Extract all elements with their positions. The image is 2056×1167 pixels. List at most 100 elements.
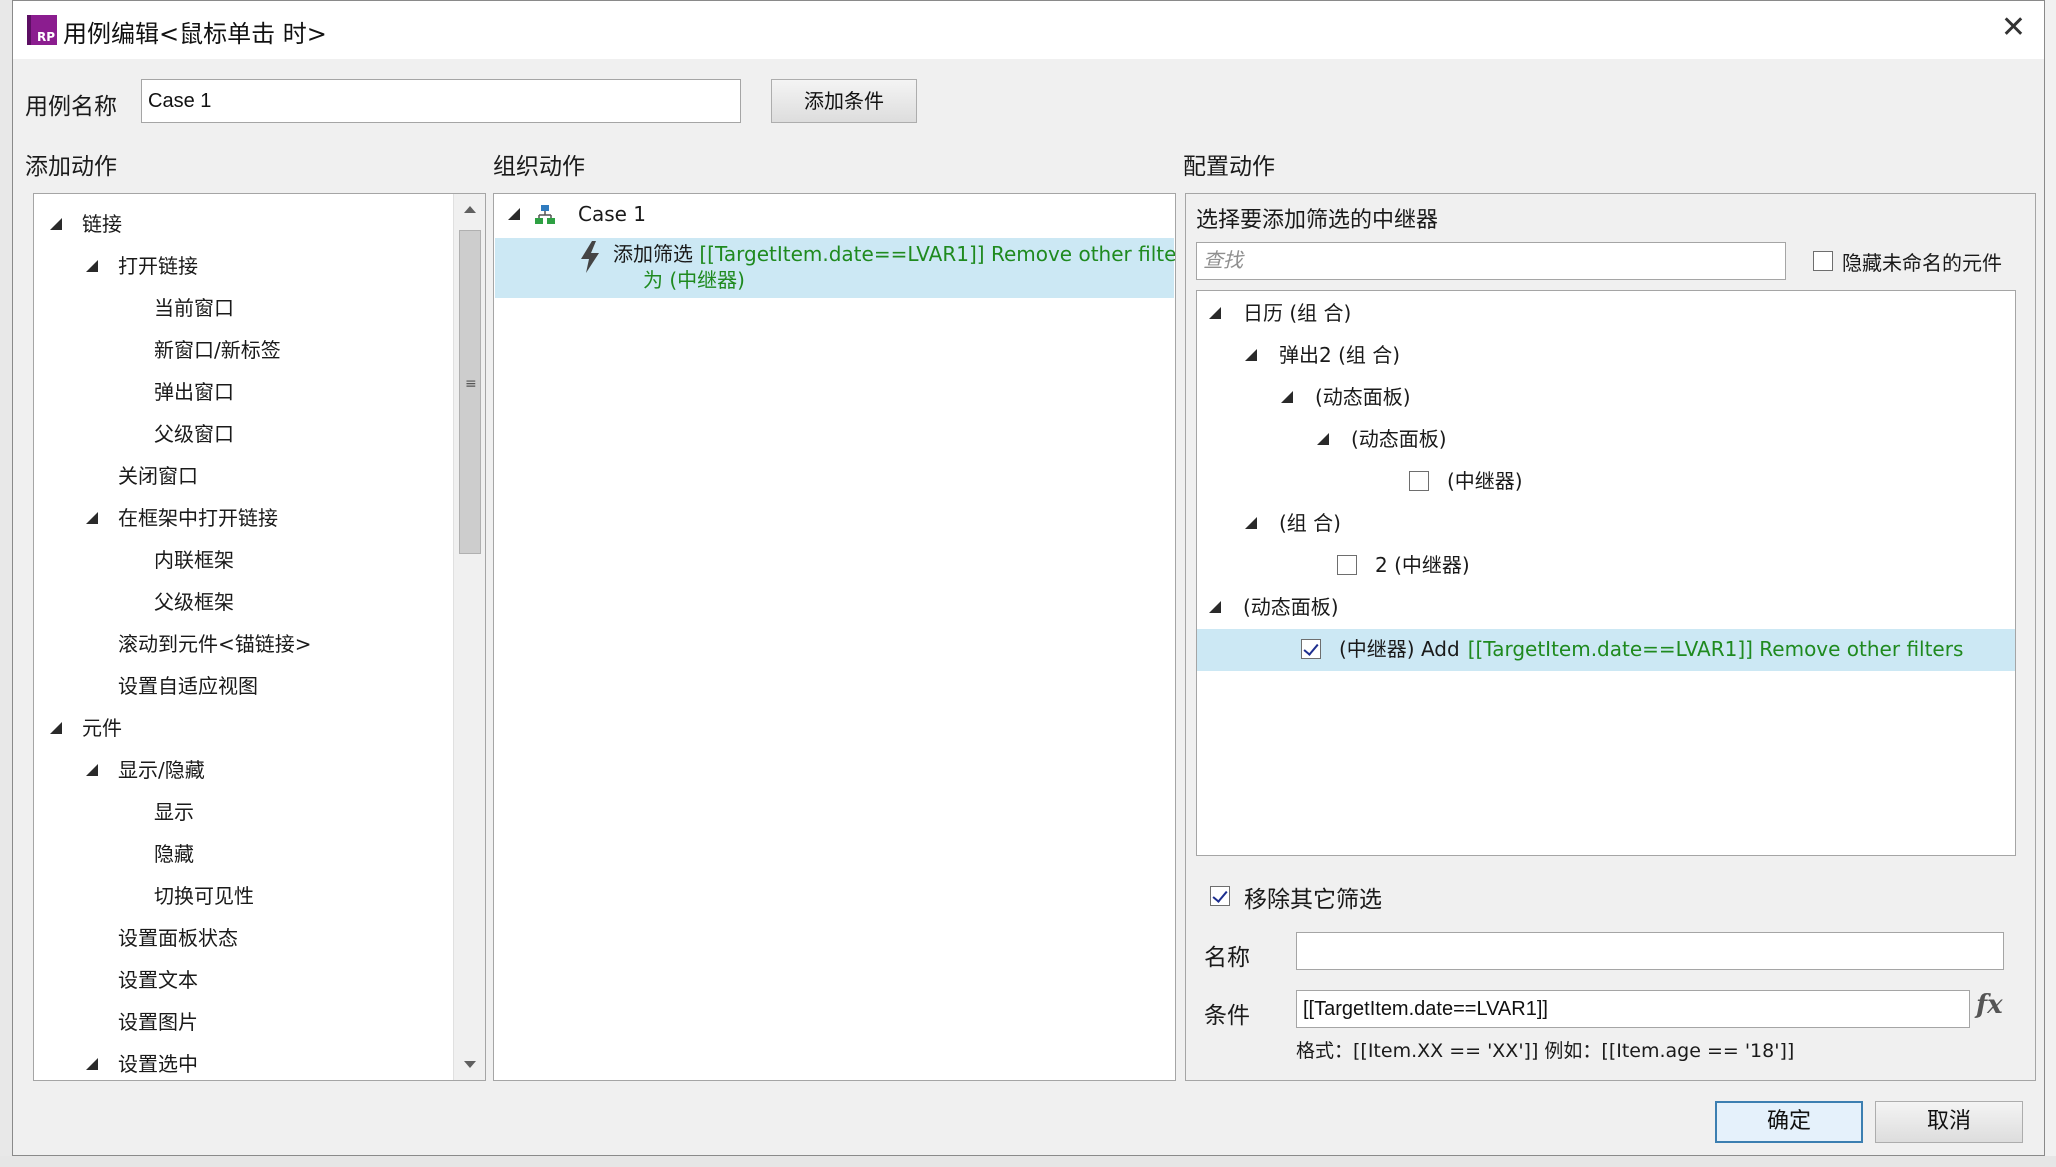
- tree-expand-triangle-icon[interactable]: [1245, 517, 1257, 529]
- repeater-tree-item[interactable]: (动态面板): [1243, 591, 1339, 623]
- add-action-tree-item[interactable]: 设置自适应视图: [118, 670, 258, 702]
- tree-expand-triangle-icon[interactable]: [86, 764, 98, 776]
- repeater-filter-detail: [[TargetItem.date==LVAR1]] Remove other …: [1467, 637, 1964, 661]
- add-action-tree-item[interactable]: 设置图片: [118, 1006, 198, 1038]
- case-label[interactable]: Case 1: [578, 198, 646, 230]
- add-action-tree-item[interactable]: 设置文本: [118, 964, 198, 996]
- repeater-tree-panel: 日历 (组 合) 弹出2 (组 合) (动态面板) (动态面板) (中继器) (组 合) 2…: [1196, 290, 2016, 856]
- action-prefix: 添加筛选: [613, 242, 693, 266]
- add-action-tree-item[interactable]: 链接: [82, 208, 122, 240]
- tree-expand-triangle-icon[interactable]: [1245, 349, 1257, 361]
- tree-expand-triangle-icon[interactable]: [50, 218, 62, 230]
- repeater-tree-item-label: 日历 (组 合): [1243, 301, 1352, 325]
- add-action-tree-item[interactable]: 关闭窗口: [118, 460, 198, 492]
- tree-expand-triangle-icon[interactable]: [86, 260, 98, 272]
- add-action-tree-item[interactable]: 元件: [82, 712, 122, 744]
- add-action-tree-item[interactable]: 在框架中打开链接: [118, 502, 278, 534]
- configure-header: 选择要添加筛选的中继器: [1196, 208, 1439, 233]
- ok-button[interactable]: 确定: [1715, 1101, 1863, 1143]
- repeater-tree-item-label: (中继器) Add: [1339, 637, 1460, 661]
- add-action-header: 添加动作: [25, 154, 117, 180]
- action-target: 为 (中继器): [643, 268, 745, 292]
- add-action-tree-item[interactable]: 弹出窗口: [154, 376, 234, 408]
- remove-other-filters-label: 移除其它筛选: [1244, 887, 1382, 913]
- close-icon[interactable]: ✕: [2001, 13, 2026, 43]
- repeater-tree-item-label: 弹出2 (组 合): [1279, 343, 1401, 367]
- repeater-checkbox[interactable]: [1337, 555, 1357, 575]
- scroll-up-arrow-icon[interactable]: [464, 206, 476, 213]
- tree-expand-triangle-icon[interactable]: [1209, 601, 1221, 613]
- add-action-tree-item[interactable]: 切换可见性: [154, 880, 254, 912]
- hide-unnamed-checkbox[interactable]: [1813, 251, 1833, 271]
- repeater-tree-item-label: (动态面板): [1351, 427, 1447, 451]
- repeater-tree-item[interactable]: 弹出2 (组 合): [1279, 339, 1400, 371]
- add-action-tree-item[interactable]: 父级框架: [154, 586, 234, 618]
- repeater-tree-item[interactable]: (中继器) Add [[TargetItem.date==LVAR1]] Remo…: [1339, 633, 1963, 665]
- add-action-tree-item[interactable]: 设置面板状态: [118, 922, 238, 954]
- repeater-tree-item[interactable]: (组 合): [1279, 507, 1341, 539]
- add-action-panel: 链接打开链接当前窗口新窗口/新标签 弹出窗口父级窗口关闭窗口在框架中打开链接内联框…: [33, 193, 486, 1081]
- tree-expand-triangle-icon[interactable]: [86, 512, 98, 524]
- add-action-scrollbar[interactable]: ≡: [453, 194, 485, 1080]
- add-action-tree-item[interactable]: 设置选中: [118, 1048, 198, 1080]
- case-name-label: 用例名称: [25, 94, 117, 120]
- scroll-down-arrow-icon[interactable]: [464, 1061, 476, 1068]
- add-action-tree-item[interactable]: 新窗口/新标签: [154, 334, 281, 366]
- selected-action-row[interactable]: 添加筛选 [[TargetItem.date==LVAR1]] Remove o…: [495, 238, 1176, 298]
- action-filter-detail: [[TargetItem.date==LVAR1]] Remove other …: [699, 242, 1176, 266]
- case-editor-dialog: RP 用例编辑<鼠标单击 时> ✕ 用例名称 添加条件 添加动作 组织动作 配置…: [12, 0, 2045, 1156]
- configure-action-header: 配置动作: [1183, 154, 1275, 180]
- case-expand-triangle-icon[interactable]: [508, 208, 520, 220]
- add-action-tree-item[interactable]: 打开链接: [118, 250, 198, 282]
- repeater-tree-item[interactable]: (中继器): [1447, 465, 1523, 497]
- repeater-tree-item-label: (动态面板): [1243, 595, 1339, 619]
- repeater-tree-item[interactable]: (动态面板): [1351, 423, 1447, 455]
- scroll-thumb[interactable]: ≡: [459, 230, 481, 554]
- condition-label: 条件: [1204, 1003, 1250, 1029]
- background-app-left: [0, 0, 12, 1167]
- search-input[interactable]: 查找: [1196, 242, 1786, 280]
- background-app-right: [2045, 0, 2056, 1167]
- repeater-tree-item-label: 2 (中继器): [1375, 553, 1470, 577]
- case-flow-icon: [534, 204, 556, 226]
- organize-action-header: 组织动作: [493, 154, 585, 180]
- case-name-input[interactable]: [141, 79, 741, 123]
- add-action-tree-item[interactable]: 滚动到元件<锚链接>: [118, 628, 312, 660]
- repeater-checkbox[interactable]: [1409, 471, 1429, 491]
- axure-rp-icon: RP: [27, 15, 57, 45]
- condition-input[interactable]: [1296, 990, 1970, 1028]
- condition-format-hint: 格式：[[Item.XX == 'XX']] 例如：[[Item.age == …: [1296, 1040, 1795, 1062]
- repeater-tree-item[interactable]: 2 (中继器): [1375, 549, 1470, 581]
- fx-icon[interactable]: fx: [1976, 990, 2003, 1020]
- title-bar: RP 用例编辑<鼠标单击 时> ✕: [13, 1, 2044, 59]
- search-placeholder: 查找: [1203, 250, 1243, 272]
- organize-action-panel: Case 1 添加筛选 [[TargetItem.date==LVAR1]] R…: [493, 193, 1176, 1081]
- tree-expand-triangle-icon[interactable]: [1317, 433, 1329, 445]
- repeater-tree-item[interactable]: (动态面板): [1315, 381, 1411, 413]
- name-input[interactable]: [1296, 932, 2004, 970]
- background-app-bottom: [0, 1156, 2056, 1167]
- add-action-tree-item[interactable]: 显示/隐藏: [118, 754, 205, 786]
- add-action-tree-item[interactable]: 内联框架: [154, 544, 234, 576]
- repeater-tree-item-label: (组 合): [1279, 511, 1341, 535]
- tree-expand-triangle-icon[interactable]: [50, 722, 62, 734]
- tree-expand-triangle-icon[interactable]: [1281, 391, 1293, 403]
- cancel-button[interactable]: 取消: [1875, 1101, 2023, 1143]
- add-action-tree-item[interactable]: 隐藏: [154, 838, 194, 870]
- window-title: 用例编辑<鼠标单击 时>: [63, 20, 327, 48]
- repeater-tree-item-label: (中继器): [1447, 469, 1523, 493]
- add-condition-button[interactable]: 添加条件: [771, 79, 917, 123]
- repeater-tree-item[interactable]: 日历 (组 合): [1243, 297, 1351, 329]
- scroll-grip-icon: ≡: [465, 376, 477, 392]
- remove-other-filters-checkbox[interactable]: [1210, 886, 1230, 906]
- tree-expand-triangle-icon[interactable]: [86, 1058, 98, 1070]
- tree-expand-triangle-icon[interactable]: [1209, 307, 1221, 319]
- name-label: 名称: [1204, 945, 1250, 971]
- hide-unnamed-label: 隐藏未命名的元件: [1842, 251, 2002, 275]
- add-action-tree-item[interactable]: 显示: [154, 796, 194, 828]
- configure-action-panel: 选择要添加筛选的中继器 查找 隐藏未命名的元件 日历 (组 合) 弹出2 (组 合…: [1185, 193, 2036, 1081]
- add-action-tree-item[interactable]: 父级窗口: [154, 418, 234, 450]
- repeater-tree-item-label: (动态面板): [1315, 385, 1411, 409]
- repeater-checkbox[interactable]: [1301, 639, 1321, 659]
- add-action-tree-item[interactable]: 当前窗口: [154, 292, 234, 324]
